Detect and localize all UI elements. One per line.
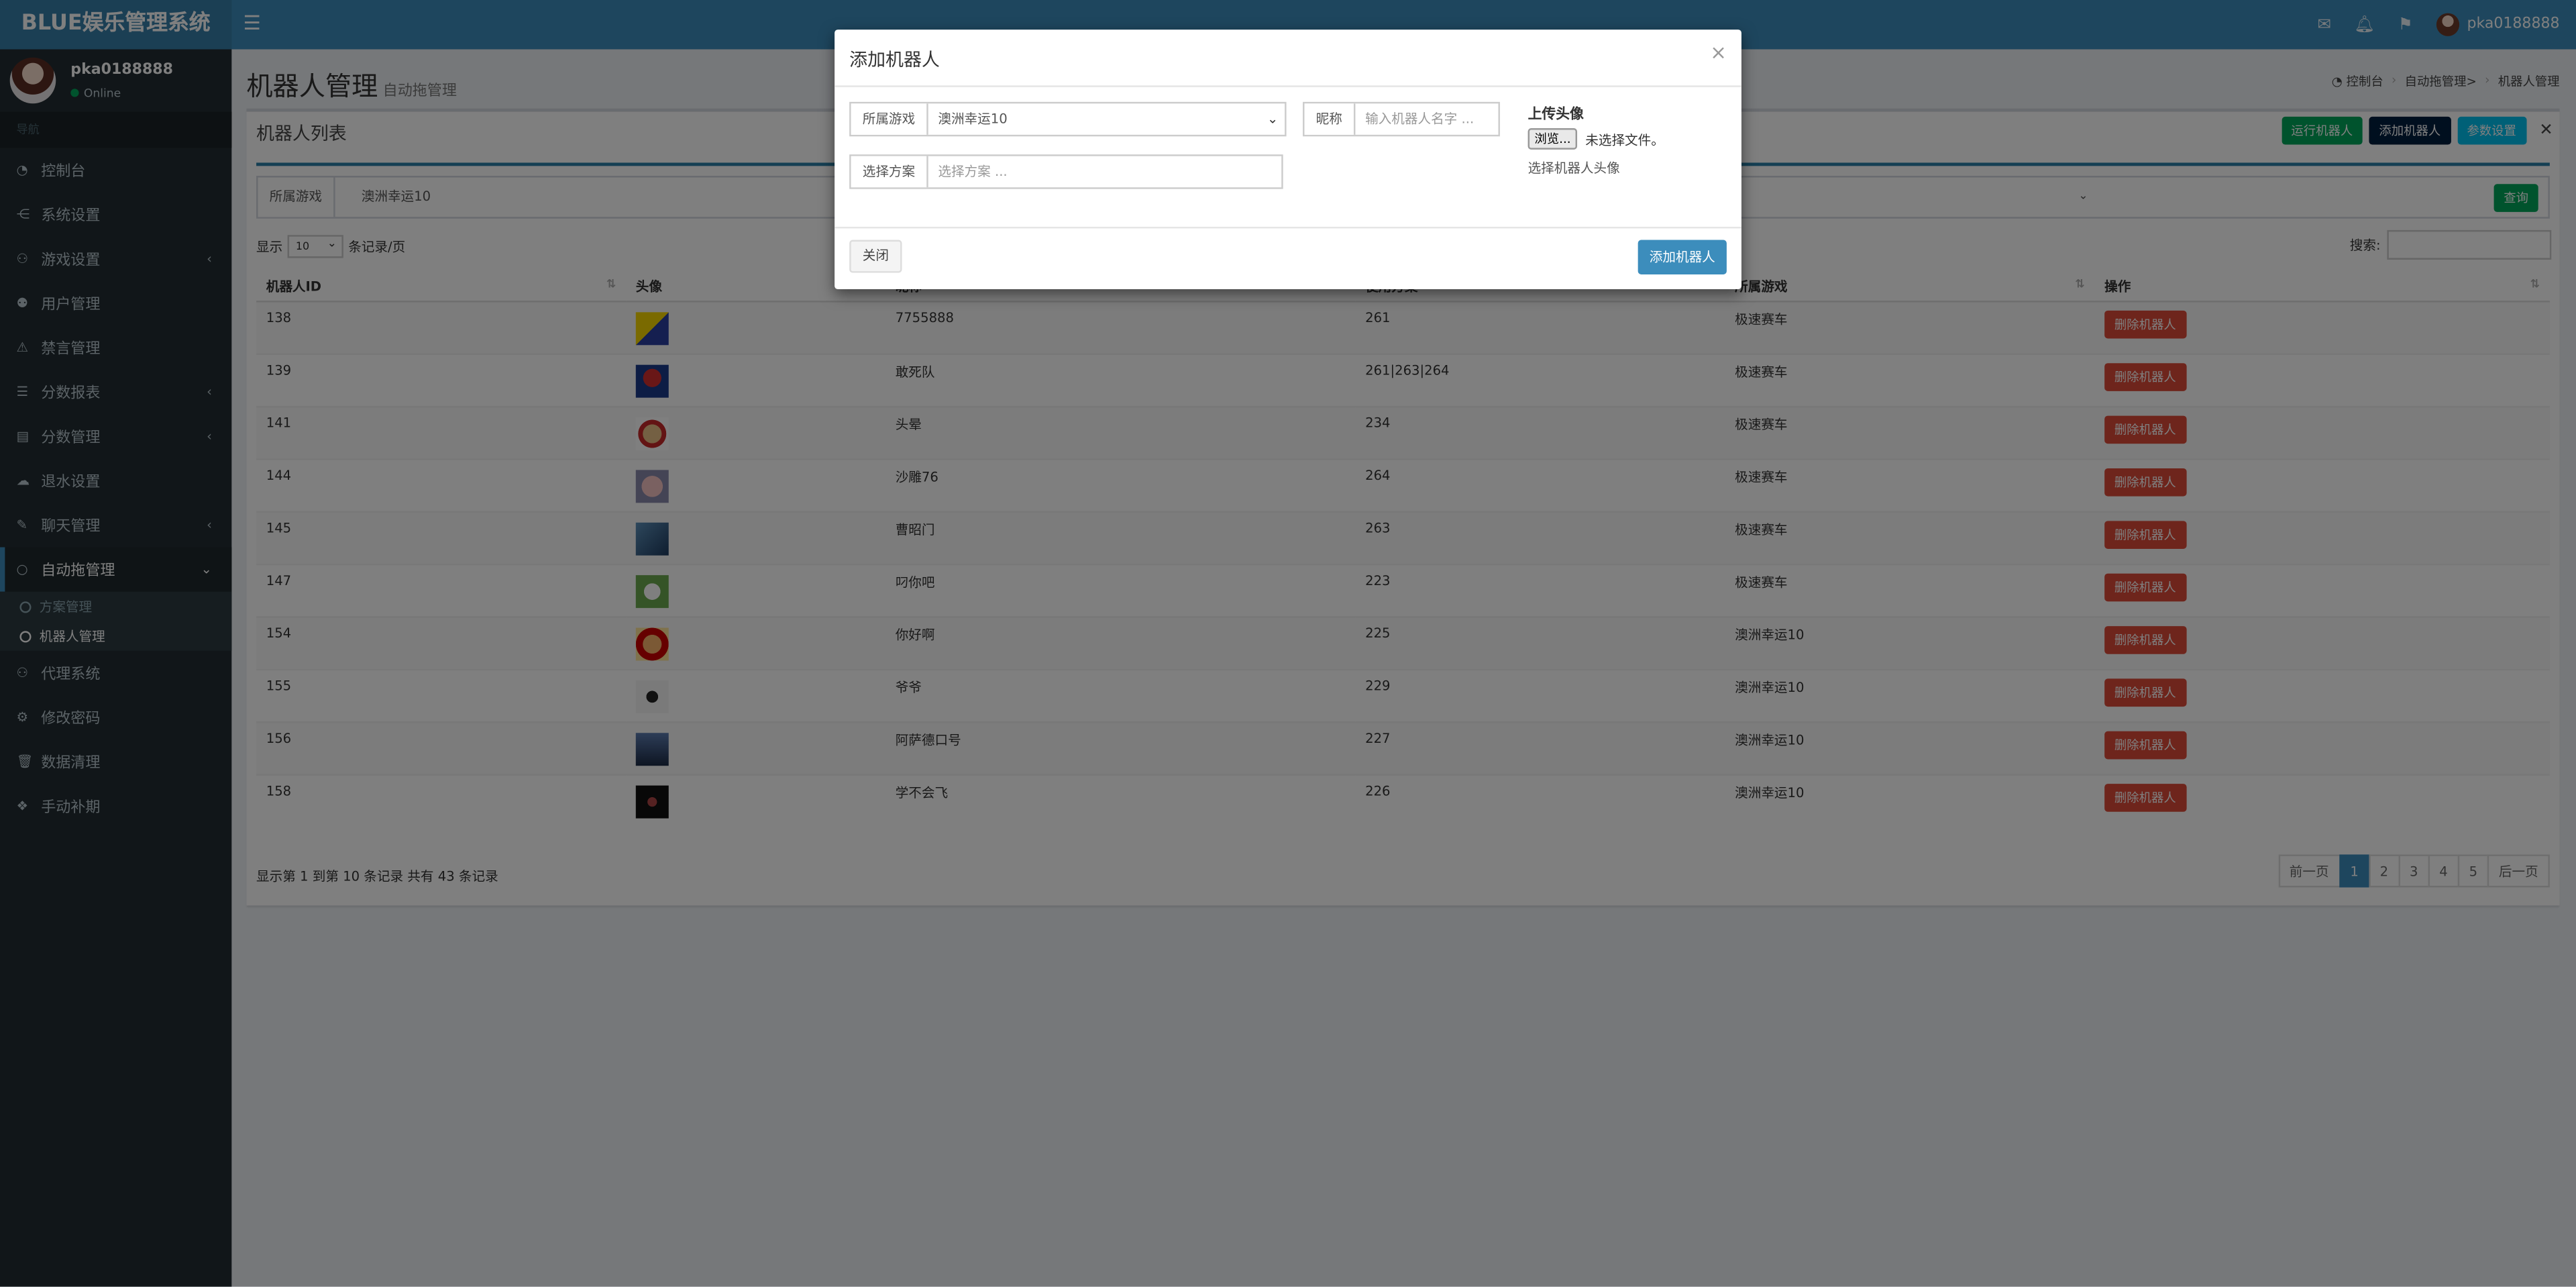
add-robot-modal: 添加机器人 × 所属游戏 澳洲幸运10 ⌄ 昵称 输入机器人名字 ... 选择方案… [835,30,1741,290]
modal-footer: 关闭 添加机器人 [835,226,1741,289]
upload-avatar-title: 上传头像 [1527,107,1584,123]
upload-help-text: 选择机器人头像 [1527,161,1620,176]
modal-title: 添加机器人 [849,49,940,71]
plan-select-group: 选择方案 选择方案 ... [849,154,1283,189]
close-icon[interactable]: × [1710,41,1727,64]
plan-select-label: 选择方案 [851,156,928,188]
close-button[interactable]: 关闭 [849,240,902,273]
game-select[interactable]: 澳洲幸运10 ⌄ [928,103,1285,135]
game-select-value: 澳洲幸运10 [938,111,1008,127]
browse-file-button[interactable]: 浏览... [1527,128,1578,150]
chevron-down-icon: ⌄ [1267,111,1279,127]
nickname-group: 昵称 输入机器人名字 ... [1303,101,1500,137]
submit-add-robot-button[interactable]: 添加机器人 [1638,240,1727,274]
plan-select-input[interactable]: 选择方案 ... [928,156,1282,188]
no-file-text: 未选择文件。 [1585,133,1664,148]
modal-header: 添加机器人 × [835,30,1741,87]
game-select-label: 所属游戏 [851,103,928,135]
nickname-input[interactable]: 输入机器人名字 ... [1355,103,1498,135]
game-select-group: 所属游戏 澳洲幸运10 ⌄ [849,101,1287,137]
nickname-label: 昵称 [1304,103,1356,135]
